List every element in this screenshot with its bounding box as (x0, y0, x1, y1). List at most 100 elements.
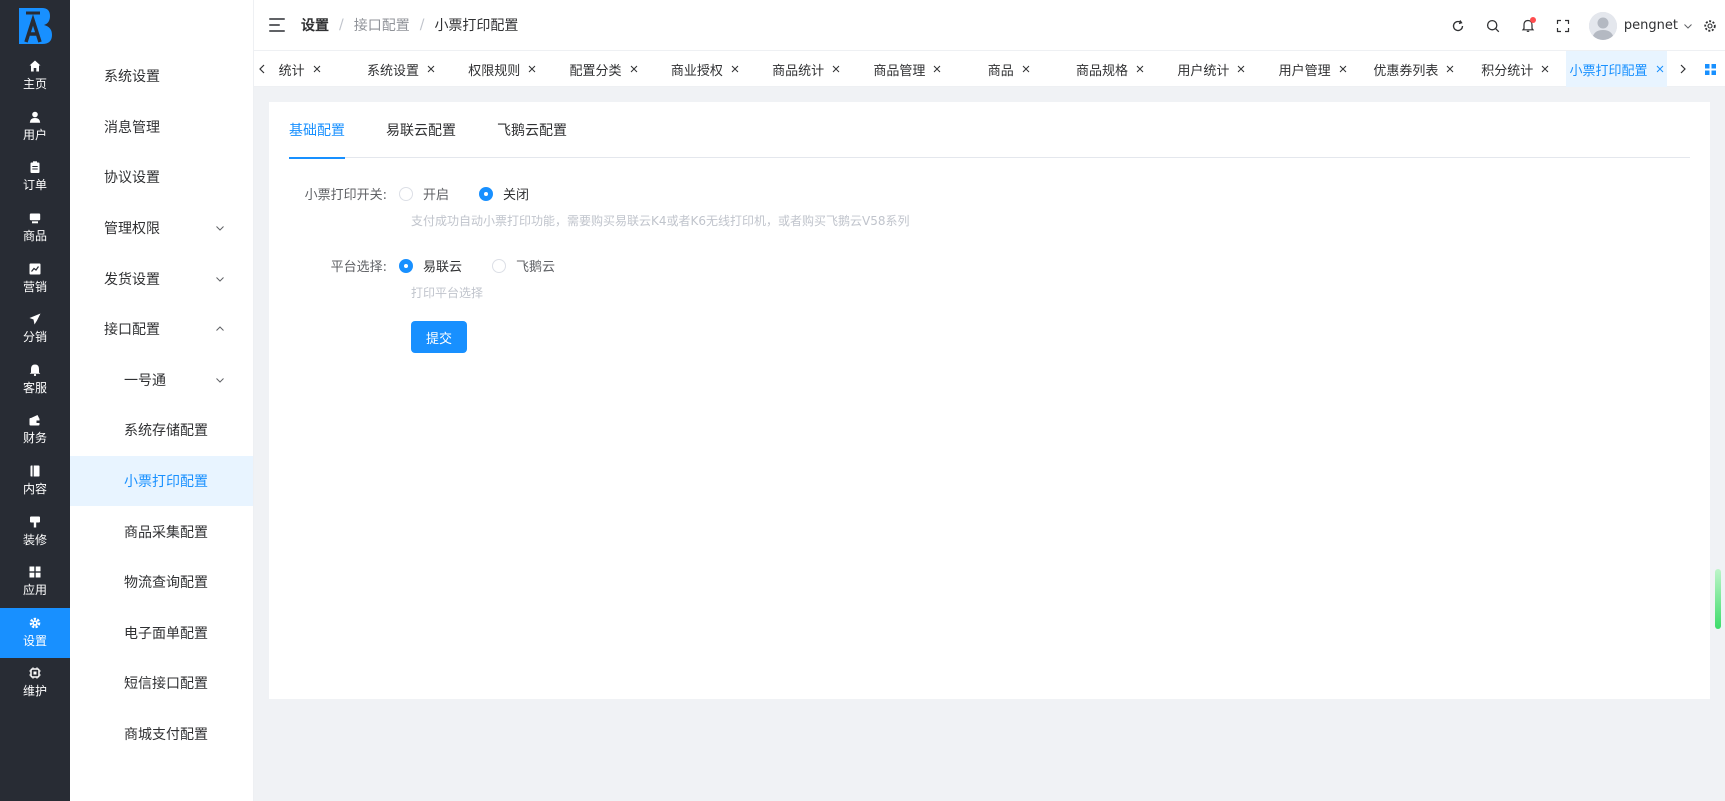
close-icon[interactable] (313, 65, 321, 73)
box-icon (29, 212, 41, 224)
chevron-down-icon[interactable] (1683, 17, 1693, 35)
avatar[interactable] (1588, 11, 1617, 40)
rail-item-maintenance[interactable]: 维护 (0, 658, 70, 709)
tab-item[interactable]: 商品管理 (857, 51, 958, 87)
submenu-item-message-management[interactable]: 消息管理 (70, 102, 253, 153)
radio-platform-yilianyun[interactable]: 易联云 (399, 256, 462, 275)
submenu-item-sms-config[interactable]: 短信接口配置 (70, 658, 253, 709)
settings-gear-icon[interactable] (1701, 17, 1719, 35)
close-icon[interactable] (1656, 65, 1664, 73)
submenu-item-system-settings[interactable]: 系统设置 (70, 51, 253, 102)
submenu-item-logistics-config[interactable]: 物流查询配置 (70, 557, 253, 608)
rail-item-service[interactable]: 客服 (0, 355, 70, 406)
rail-item-label: 内容 (22, 482, 47, 497)
rail-item-apps[interactable]: 应用 (0, 557, 70, 608)
submenu-item-label: 管理权限 (104, 221, 160, 238)
submenu-item-label: 发货设置 (104, 271, 160, 288)
submenu-item-receipt-print-config[interactable]: 小票打印配置 (70, 455, 253, 507)
tab-item[interactable]: 配置分类 (553, 51, 654, 87)
close-icon[interactable] (1339, 65, 1347, 73)
rail-item-label: 财务 (22, 431, 47, 446)
breadcrumb-item[interactable]: 接口配置 (354, 15, 410, 35)
rail-item-distribution[interactable]: 分销 (0, 304, 70, 355)
chevron-down-icon (215, 223, 225, 233)
tab-item[interactable]: 商业授权 (654, 51, 755, 87)
tab-item[interactable]: 商品 (958, 51, 1059, 87)
tab-feieyun-config[interactable]: 飞鹅云配置 (497, 102, 567, 158)
clipboard-icon (29, 161, 41, 174)
tabs-scroll-left-icon[interactable] (254, 51, 270, 87)
rail-item-settings[interactable]: 设置 (0, 607, 70, 659)
tab-item[interactable]: 商品规格 (1059, 51, 1160, 87)
radio-print-on[interactable]: 开启 (399, 184, 449, 203)
rail-item-orders[interactable]: 订单 (0, 152, 70, 203)
tab-item[interactable]: 系统设置 (350, 51, 451, 87)
close-icon[interactable] (427, 65, 435, 73)
submenu-item-label: 物流查询配置 (124, 575, 208, 592)
tab-item[interactable]: 用户管理 (1262, 51, 1363, 87)
wallet-icon (29, 414, 41, 426)
rail-item-marketing[interactable]: 营销 (0, 253, 70, 304)
app-logo[interactable] (0, 0, 70, 51)
tab-item[interactable]: 优惠券列表 (1363, 51, 1464, 87)
close-icon[interactable] (832, 65, 840, 73)
close-icon[interactable] (1237, 65, 1245, 73)
tabs-scroll-right-icon[interactable] (1674, 51, 1692, 87)
close-icon[interactable] (1446, 65, 1454, 73)
tags-view-bar: 统计 系统设置 权限规则 配置分类 商业授权 商品统计 商品管理 商品 商品规格… (254, 51, 1725, 87)
rail-item-products[interactable]: 商品 (0, 203, 70, 254)
submenu-item-e-waybill-config[interactable]: 电子面单配置 (70, 608, 253, 659)
rail-item-finance[interactable]: 财务 (0, 405, 70, 456)
close-icon[interactable] (1136, 65, 1144, 73)
submenu-item-payment-config[interactable]: 商城支付配置 (70, 709, 253, 760)
tab-item[interactable]: 积分统计 (1465, 51, 1566, 87)
breadcrumb-separator: / (339, 17, 344, 33)
search-icon[interactable] (1484, 17, 1502, 35)
bell-icon[interactable] (1519, 16, 1537, 35)
submenu-item-agreement-settings[interactable]: 协议设置 (70, 152, 253, 203)
close-icon[interactable] (1541, 65, 1549, 73)
breadcrumb-item: 设置 (301, 18, 329, 34)
close-icon[interactable] (933, 65, 941, 73)
submit-button[interactable]: 提交 (411, 321, 467, 353)
radio-circle (399, 258, 413, 273)
close-icon[interactable] (630, 65, 638, 73)
username[interactable]: pengnet (1624, 18, 1678, 33)
fullscreen-icon[interactable] (1554, 17, 1572, 35)
submenu-item-permissions[interactable]: 管理权限 (70, 203, 253, 254)
tabs-menu-grid-icon[interactable] (1700, 51, 1720, 87)
tab-yilianyun-config[interactable]: 易联云配置 (386, 102, 456, 158)
submenu-item-yihaotong[interactable]: 一号通 (70, 355, 253, 406)
rail-item-label: 分销 (22, 330, 47, 345)
close-icon[interactable] (528, 65, 536, 73)
radio-circle (479, 186, 494, 201)
close-icon[interactable] (1022, 65, 1030, 73)
submenu-item-product-collect-config[interactable]: 商品采集配置 (70, 506, 253, 557)
scroll-indicator[interactable] (1715, 569, 1721, 629)
rail-item-user[interactable]: 用户 (0, 102, 70, 153)
tab-item[interactable]: 用户统计 (1161, 51, 1262, 87)
radio-print-off[interactable]: 关闭 (479, 184, 529, 203)
book-icon (29, 465, 41, 477)
tab-basic-config[interactable]: 基础配置 (289, 102, 345, 159)
rail-item-content[interactable]: 内容 (0, 456, 70, 507)
tab-label: 优惠券列表 (1373, 63, 1439, 79)
tab-item[interactable]: 权限规则 (452, 51, 553, 87)
submenu-item-interface-config[interactable]: 接口配置 (70, 304, 253, 355)
submenu-item-label: 电子面单配置 (124, 625, 208, 642)
tab-item[interactable]: 统计 (270, 51, 350, 87)
rail-item-home[interactable]: 主页 (0, 51, 70, 102)
refresh-icon[interactable] (1449, 17, 1467, 35)
tab-label: 商业授权 (670, 63, 723, 79)
tab-item-active[interactable]: 小票打印配置 (1565, 51, 1668, 87)
tab-item[interactable]: 商品统计 (755, 51, 856, 87)
submenu-item-label: 小票打印配置 (124, 474, 208, 491)
close-icon[interactable] (731, 65, 739, 73)
menu-toggle-icon[interactable] (269, 18, 285, 32)
rail-item-label: 营销 (22, 279, 47, 294)
chip-icon (29, 667, 41, 680)
rail-item-decoration[interactable]: 装修 (0, 506, 70, 557)
submenu-item-shipping-settings[interactable]: 发货设置 (70, 253, 253, 304)
submenu-item-storage-config[interactable]: 系统存储配置 (70, 405, 253, 456)
radio-platform-feieyun[interactable]: 飞鹅云 (492, 256, 555, 275)
